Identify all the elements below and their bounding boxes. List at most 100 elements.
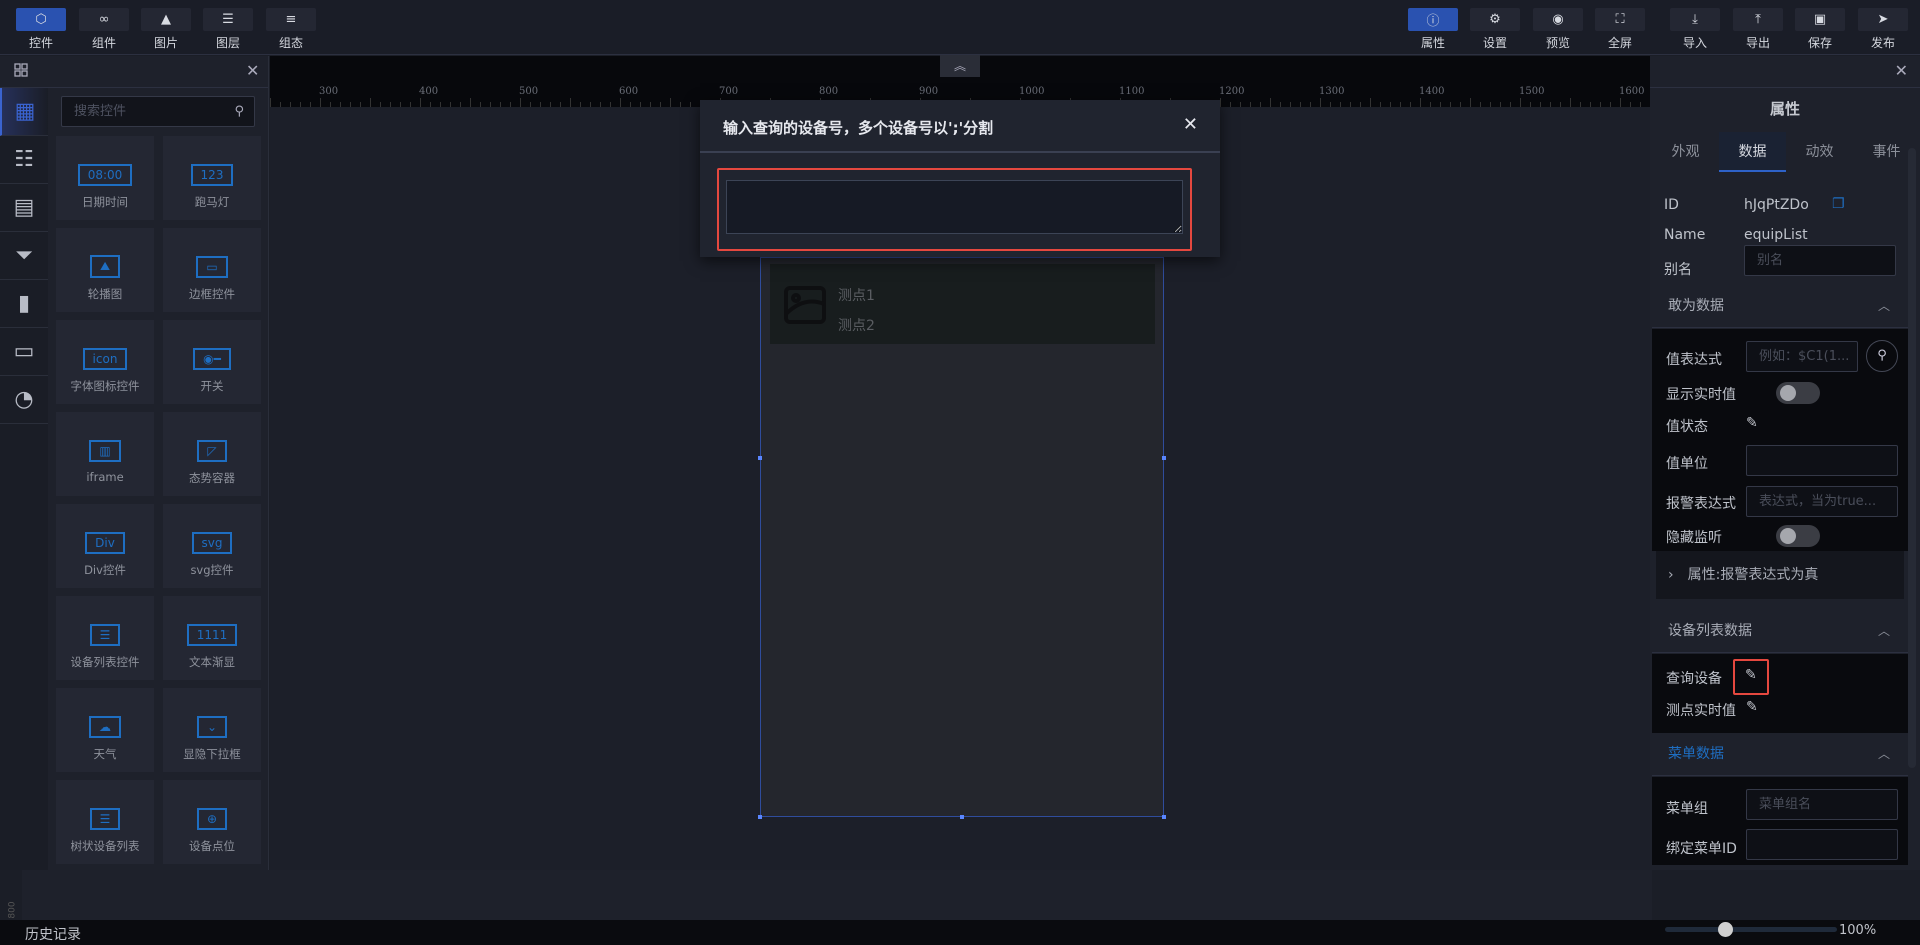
widget-card[interactable]: ☰ 设备列表控件 [56,596,154,680]
widget-card[interactable]: ▭ 边框控件 [163,228,261,312]
widget-search-input[interactable]: 搜索控件 ⚲ [61,96,255,127]
search-icon[interactable]: ⚲ [234,97,244,126]
search-button[interactable]: ⚲ [1866,340,1898,372]
category-grid-icon[interactable]: ▦ [0,88,48,136]
scrollbar[interactable] [1908,148,1916,768]
widget-icon: ⛰ [56,228,154,278]
device-list-component[interactable]: 测点1 测点2 [758,257,1166,819]
resize-handle[interactable] [1162,456,1166,460]
category-bar-chart-icon[interactable]: ▮ [0,280,48,328]
edit-point-icon[interactable]: ✎ [1746,699,1758,715]
widget-card[interactable]: ▥ iframe [56,412,154,496]
toolbar-button-label: 导入 [1682,36,1707,50]
zoom-value: 100% [1839,923,1877,938]
alias-input[interactable]: 别名 [1744,245,1896,276]
collapse-toolbar-button[interactable]: ︽ [940,55,980,77]
widget-label: iframe [86,470,124,484]
id-value: hJqPtZDo [1744,197,1809,213]
widget-icon: 123 [163,136,261,186]
toolbar-button-save[interactable]: ▣ [1795,8,1845,31]
menu-group-input[interactable]: 菜单组名 [1746,789,1898,820]
widget-card[interactable]: ⌄ 显隐下拉框 [163,688,261,772]
category-pie-chart-icon[interactable]: ◔ [0,376,48,424]
section-header-device-list[interactable]: 设备列表数据 ︿ [1652,610,1908,653]
toolbar-button-gear[interactable]: ⚙ [1470,8,1520,31]
toolbar-button-layers[interactable]: ☰ [203,8,253,31]
widget-icon: ⊕ [163,780,261,830]
toolbar-button-fullscreen[interactable]: ⛶ [1595,8,1645,31]
ruler-tick [1220,98,1221,107]
widget-card[interactable]: ☁ 天气 [56,688,154,772]
alarm-true-collapse[interactable]: › 属性:报警表达式为真 [1656,551,1904,599]
resize-handle[interactable] [758,456,762,460]
device-number-textarea[interactable] [726,180,1183,234]
widget-card[interactable]: 123 跑马灯 [163,136,261,220]
horizontal-scroll-area[interactable] [22,870,1652,920]
toolbar-button-info[interactable]: ⓘ [1408,8,1458,31]
zoom-slider[interactable] [1665,922,1837,937]
widget-card[interactable]: 08:00 日期时间 [56,136,154,220]
widget-card[interactable]: Div Div控件 [56,504,154,588]
toolbar-button-cube[interactable]: ⬡ [16,8,66,31]
ruler-tick [1270,98,1271,107]
toolbar-button-label: 预览 [1545,36,1570,50]
ruler-tick-label: 800 [819,86,839,97]
widget-card[interactable]: 1111 文本渐显 [163,596,261,680]
toolbar-button-align[interactable]: ≡ [266,8,316,31]
widget-card[interactable]: ◸ 态势容器 [163,412,261,496]
show-realtime-toggle[interactable] [1776,382,1820,404]
menu-group-label: 菜单组 [1666,801,1708,817]
list-item: 测点1 测点2 [770,264,1155,344]
toolbar-button-send[interactable]: ➤ [1858,8,1908,31]
ruler-tick [620,98,621,107]
widget-card[interactable]: ⛰ 轮播图 [56,228,154,312]
widget-card[interactable]: svg svg控件 [163,504,261,588]
category-table-icon[interactable]: ▤ [0,184,48,232]
chevron-right-icon: › [1668,567,1674,583]
section-header-menu[interactable]: 菜单数据 ︿ [1652,733,1908,776]
image-icon: ▲ [161,12,171,27]
close-panel-icon[interactable]: ✕ [246,61,259,80]
history-button[interactable]: 历史记录 [25,924,81,944]
toolbar-button-eye[interactable]: ◉ [1533,8,1583,31]
value-unit-input[interactable] [1746,445,1898,476]
toolbar-button-export[interactable]: ⤒ [1733,8,1783,31]
tab-1[interactable]: 数据 [1719,132,1786,172]
widget-card[interactable]: ◉━ 开关 [163,320,261,404]
widget-icon: ▥ [56,412,154,462]
resize-handle[interactable] [1162,815,1166,819]
tab-0[interactable]: 外观 [1652,132,1719,172]
edit-query-device-icon[interactable]: ✎ [1745,667,1757,683]
category-video-icon[interactable]: ▭ [0,328,48,376]
resize-handle[interactable] [758,815,762,819]
hide-listen-toggle[interactable] [1776,525,1820,547]
ruler-tick-label: 600 [619,86,639,97]
close-panel-icon[interactable]: ✕ [1895,61,1908,80]
chevron-up-icon: ︿ [1877,624,1890,638]
ruler-tick-label: 1000 [1019,86,1045,97]
copy-icon[interactable]: ❐ [1832,196,1845,212]
category-filter-icon[interactable]: ⏷ [0,232,48,280]
widget-card[interactable]: icon 字体图标控件 [56,320,154,404]
edit-icon[interactable]: ✎ [1746,415,1758,431]
zoom-slider-thumb[interactable] [1718,922,1734,937]
widget-icon: svg [163,504,261,554]
category-sliders-icon[interactable]: ☷ [0,136,48,184]
section-header-data[interactable]: 敢为数据 ︿ [1652,285,1908,328]
close-icon[interactable]: ✕ [1183,114,1198,135]
top-toolbar: ⬡ 控件 ∞ 组件 ▲ 图片 ☰ 图层 ≡ 组态 ⓘ 属性 ⚙ 设置 ◉ 预览 ⛶ 全屏 ⤓ 导入 ⤒ 导出 ▣ 保存 ➤ 发布 [0,0,1920,55]
widget-card[interactable]: ⊕ 设备点位 [163,780,261,864]
alarm-expr-input[interactable]: 表达式，当为true... [1746,486,1898,517]
widget-card[interactable]: ☰ 树状设备列表 [56,780,154,864]
toolbar-button-link[interactable]: ∞ [79,8,129,31]
section-body-menu: 菜单组 菜单组名 绑定菜单ID [1652,777,1908,865]
value-expr-input[interactable]: 例如：$C1(1... [1746,341,1858,372]
toolbar-button-import[interactable]: ⤓ [1670,8,1720,31]
toolbar-button-image[interactable]: ▲ [141,8,191,31]
menu-id-label: 绑定菜单ID [1666,841,1737,857]
resize-handle[interactable] [960,815,964,819]
info-icon: ⓘ [1426,14,1440,29]
tab-2[interactable]: 动效 [1786,132,1853,172]
widget-icon: 1111 [163,596,261,646]
menu-id-input[interactable] [1746,829,1898,860]
